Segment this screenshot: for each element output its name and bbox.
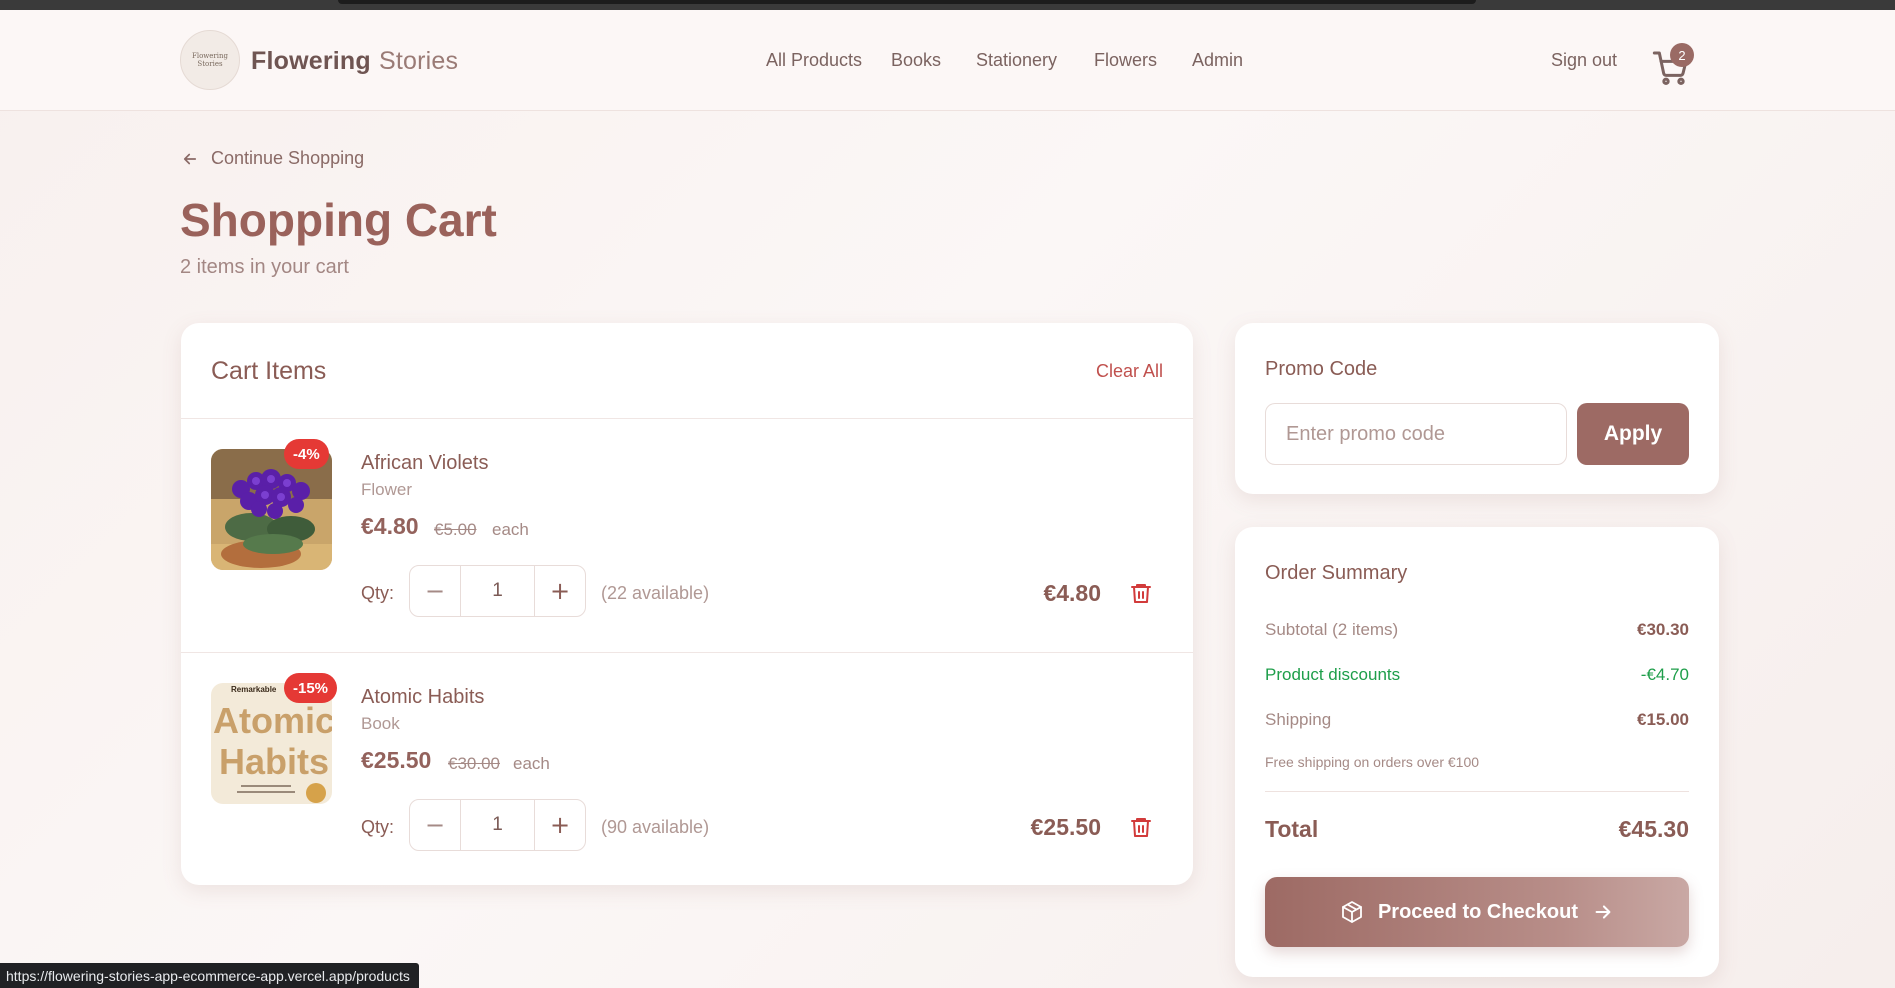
decrease-quantity-button[interactable]: − xyxy=(410,800,460,850)
arrow-right-icon xyxy=(1595,905,1611,919)
total-label: Total xyxy=(1265,816,1319,842)
book-cover-title-1: Atomic xyxy=(213,700,332,741)
product-name[interactable]: African Violets xyxy=(361,452,488,475)
subtotal-value: €30.30 xyxy=(1637,620,1689,639)
trash-icon[interactable] xyxy=(1129,580,1153,606)
trash-icon[interactable] xyxy=(1129,814,1153,840)
quantity-value[interactable]: 1 xyxy=(460,800,535,850)
page-title: Shopping Cart xyxy=(180,194,497,246)
continue-shopping-link[interactable]: Continue Shopping xyxy=(181,148,364,169)
free-shipping-note: Free shipping on orders over €100 xyxy=(1265,754,1480,770)
each-label: each xyxy=(492,520,529,539)
promo-code-card: Promo Code Apply xyxy=(1235,323,1719,494)
qty-label: Qty: xyxy=(361,817,395,837)
subtotal-label: Subtotal (2 items) xyxy=(1265,620,1399,639)
cart-items-header: Cart Items Clear All xyxy=(181,323,1193,419)
status-bar-url: https://flowering-stories-app-ecommerce-… xyxy=(0,963,419,988)
increase-quantity-button[interactable]: + xyxy=(535,566,585,616)
shipping-value: €15.00 xyxy=(1637,710,1689,729)
quantity-stepper: − 1 + xyxy=(409,565,586,617)
qty-label: Qty: xyxy=(361,583,395,603)
promo-code-input[interactable] xyxy=(1265,403,1567,465)
package-icon xyxy=(1342,901,1362,923)
apply-promo-button[interactable]: Apply xyxy=(1577,403,1689,465)
product-category: Flower xyxy=(361,480,413,499)
book-cover-top-text: Remarkable xyxy=(231,685,277,694)
checkout-label: Proceed to Checkout xyxy=(1377,900,1579,923)
sign-out-link[interactable]: Sign out xyxy=(1551,50,1617,71)
cart-count-badge: 2 xyxy=(1670,43,1694,67)
quantity-stepper: − 1 + xyxy=(409,799,586,851)
nav-stationery[interactable]: Stationery xyxy=(976,50,1057,71)
discount-badge: -15% xyxy=(284,673,338,703)
cart-items-card: Cart Items Clear All -4% African Violets… xyxy=(181,323,1193,885)
product-old-price: €30.00 xyxy=(448,754,500,773)
line-total: €25.50 xyxy=(1030,814,1101,840)
availability-text: (90 available) xyxy=(601,817,710,837)
product-old-price: €5.00 xyxy=(434,520,477,539)
arrow-left-icon xyxy=(183,153,197,164)
product-price: €4.80 xyxy=(361,513,419,539)
site-header: Flowering Stories Flowering Stories All … xyxy=(0,10,1895,111)
cart-item: -4% African Violets Flower €4.80 €5.00 e… xyxy=(181,419,1193,652)
product-name[interactable]: Atomic Habits xyxy=(361,686,484,709)
book-cover-title-2: Habits xyxy=(219,741,329,782)
brand-bold: Flowering xyxy=(251,47,371,75)
subtotal-row: Subtotal (2 items) €30.30 xyxy=(1265,620,1689,640)
shipping-label: Shipping xyxy=(1265,710,1332,729)
clear-all-button[interactable]: Clear All xyxy=(1096,361,1163,382)
order-summary-title: Order Summary xyxy=(1265,562,1408,584)
browser-top-strip xyxy=(0,0,1895,10)
cart-items-title: Cart Items xyxy=(211,357,327,385)
discount-badge: -4% xyxy=(284,439,329,469)
product-price: €25.50 xyxy=(361,747,432,773)
discount-label: Product discounts xyxy=(1265,665,1401,684)
quantity-value[interactable]: 1 xyxy=(460,566,535,616)
nav-admin[interactable]: Admin xyxy=(1192,50,1243,71)
shipping-row: Shipping €15.00 xyxy=(1265,710,1689,730)
promo-code-title: Promo Code xyxy=(1265,358,1378,380)
each-label: each xyxy=(513,754,550,773)
nav-all-products[interactable]: All Products xyxy=(766,50,862,71)
logo-text: Flowering Stories xyxy=(191,52,229,68)
summary-divider xyxy=(1265,791,1689,792)
brand-name[interactable]: Flowering Stories xyxy=(251,46,458,76)
discount-row: Product discounts -€4.70 xyxy=(1265,665,1689,685)
decrease-quantity-button[interactable]: − xyxy=(410,566,460,616)
discount-value: -€4.70 xyxy=(1640,665,1689,684)
increase-quantity-button[interactable]: + xyxy=(535,800,585,850)
product-category: Book xyxy=(361,714,400,733)
nav-flowers[interactable]: Flowers xyxy=(1094,50,1157,71)
total-value: €45.30 xyxy=(1618,816,1689,842)
continue-shopping-label: Continue Shopping xyxy=(211,148,365,168)
brand-light: Stories xyxy=(379,47,459,75)
proceed-to-checkout-button[interactable]: Proceed to Checkout xyxy=(1265,877,1689,947)
cart-item: Remarkable Atomic Habits -15% Atomic Hab… xyxy=(181,652,1193,885)
total-row: Total €45.30 xyxy=(1265,816,1689,843)
line-total: €4.80 xyxy=(1043,580,1101,606)
availability-text: (22 available) xyxy=(601,583,710,603)
order-summary-card: Order Summary Subtotal (2 items) €30.30 … xyxy=(1235,527,1719,977)
logo[interactable]: Flowering Stories xyxy=(180,30,240,90)
nav-books[interactable]: Books xyxy=(891,50,941,71)
cart-item-count: 2 items in your cart xyxy=(180,256,349,278)
